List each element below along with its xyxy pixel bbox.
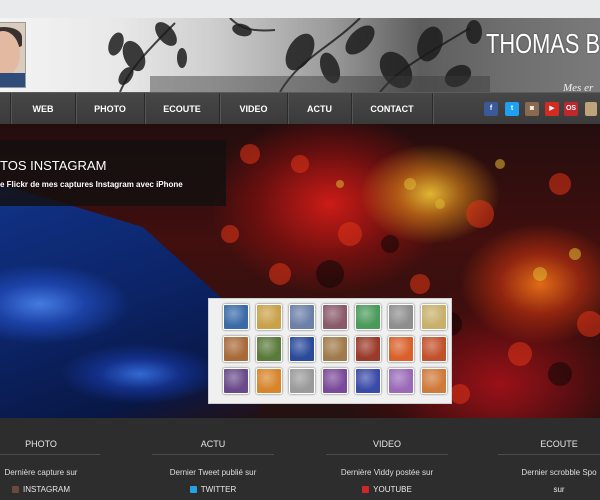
- nav-item-video[interactable]: VIDEO: [220, 93, 288, 125]
- instagram-thumbnail[interactable]: [421, 368, 447, 394]
- instagram-thumbnail[interactable]: [388, 336, 414, 362]
- footer-link-youtube[interactable]: YOUTUBE: [312, 485, 462, 494]
- footer-column-ecoute: ECOUTE Dernier scrobble Spo sur: [484, 418, 600, 500]
- instagram-thumbnail[interactable]: [289, 336, 315, 362]
- facebook-icon[interactable]: f: [484, 102, 498, 116]
- footer-link-twitter[interactable]: TWITTER: [138, 485, 288, 494]
- instagram-thumbnail[interactable]: [355, 304, 381, 330]
- footer-column-photo: PHOTO Dernière capture sur INSTAGRAM: [0, 418, 116, 500]
- hero-caption: TOS INSTAGRAM e Flickr de mes captures I…: [0, 140, 226, 206]
- instagram-thumbnail[interactable]: [256, 304, 282, 330]
- instagram-thumbnail[interactable]: [421, 336, 447, 362]
- footer-text-photo: Dernière capture sur: [4, 468, 78, 477]
- instagram-thumbnail[interactable]: [421, 304, 447, 330]
- main-nav: WEB PHOTO ECOUTE VIDEO ACTU CONTACT f t …: [0, 92, 600, 125]
- instagram-thumbnail[interactable]: [322, 304, 348, 330]
- instagram-thumbnail[interactable]: [388, 368, 414, 394]
- os-icon[interactable]: OS: [564, 102, 578, 116]
- footer-text-video: Dernière Viddy postée sur: [340, 468, 434, 477]
- instagram-thumbnail[interactable]: [289, 304, 315, 330]
- instagram-thumbnail[interactable]: [322, 368, 348, 394]
- footer-divider: [0, 454, 100, 455]
- nav-item-truncated[interactable]: [0, 93, 11, 125]
- top-strip: [0, 0, 600, 18]
- nav-item-ecoute[interactable]: ECOUTE: [145, 93, 220, 125]
- site-header: THOMAS B Mes er: [0, 18, 600, 92]
- avatar[interactable]: [0, 22, 26, 88]
- instagram-icon[interactable]: ◙: [525, 102, 539, 116]
- instagram-thumbnail[interactable]: [355, 336, 381, 362]
- thumbnail-grid: [223, 304, 449, 398]
- footer-column-actu: ACTU Dernier Tweet publié sur TWITTER: [138, 418, 288, 500]
- nav-item-contact[interactable]: CONTACT: [352, 93, 433, 125]
- twitter-icon[interactable]: t: [505, 102, 519, 116]
- avatar-shirt: [0, 73, 25, 87]
- footer-title-video: VIDEO: [372, 439, 401, 449]
- instagram-thumbnail[interactable]: [223, 368, 249, 394]
- nav-item-photo[interactable]: PHOTO: [76, 93, 145, 125]
- instagram-thumbnail-panel: [208, 298, 452, 404]
- nav-item-web[interactable]: WEB: [11, 93, 76, 125]
- instagram-thumbnail[interactable]: [322, 336, 348, 362]
- nav-item-actu[interactable]: ACTU: [288, 93, 352, 125]
- site-title[interactable]: THOMAS B: [486, 28, 600, 60]
- caption-text: e Flickr de mes captures Instagram avec …: [0, 180, 183, 189]
- footer: PHOTO Dernière capture sur INSTAGRAM ACT…: [0, 418, 600, 500]
- instagram-thumbnail[interactable]: [256, 368, 282, 394]
- instagram-thumbnail[interactable]: [223, 304, 249, 330]
- youtube-icon: [362, 486, 370, 493]
- hero-banner: TOS INSTAGRAM e Flickr de mes captures I…: [0, 124, 600, 418]
- footer-divider: [326, 454, 448, 455]
- footer-link-ecoute[interactable]: sur: [484, 485, 600, 494]
- youtube-icon[interactable]: ▶: [545, 102, 559, 116]
- instagram-thumbnail[interactable]: [388, 304, 414, 330]
- instagram-thumbnail[interactable]: [289, 368, 315, 394]
- instagram-thumbnail[interactable]: [223, 336, 249, 362]
- footer-link-instagram[interactable]: INSTAGRAM: [0, 485, 116, 494]
- profile-icon[interactable]: [585, 102, 597, 116]
- footer-divider: [498, 454, 600, 455]
- footer-text-actu: Dernier Tweet publié sur: [169, 468, 257, 477]
- instagram-icon: [12, 486, 20, 493]
- footer-column-video: VIDEO Dernière Viddy postée sur YOUTUBE: [312, 418, 462, 500]
- site-tagline: Mes er: [563, 82, 594, 92]
- caption-title[interactable]: TOS INSTAGRAM: [0, 158, 106, 173]
- instagram-thumbnail[interactable]: [256, 336, 282, 362]
- footer-title-ecoute: ECOUTE: [540, 439, 578, 449]
- footer-divider: [152, 454, 274, 455]
- footer-text-ecoute: Dernier scrobble Spo: [521, 468, 597, 477]
- footer-title-photo: PHOTO: [25, 439, 57, 449]
- twitter-icon: [189, 486, 197, 493]
- footer-title-actu: ACTU: [200, 439, 226, 449]
- instagram-thumbnail[interactable]: [355, 368, 381, 394]
